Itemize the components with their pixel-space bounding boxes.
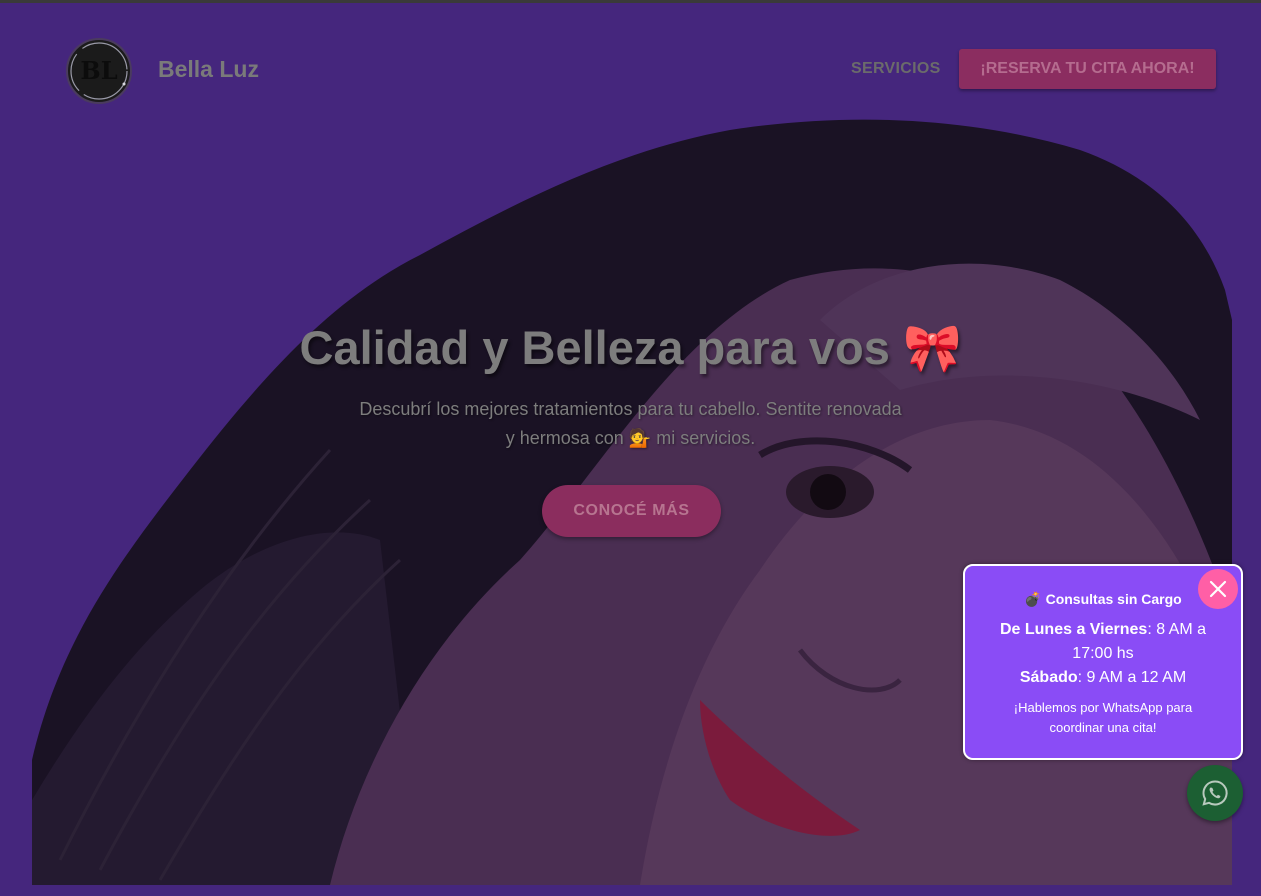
brand-name[interactable]: Bella Luz (158, 56, 259, 83)
hero-subtitle-pre: y hermosa con (505, 428, 624, 448)
hero-title: Calidad y Belleza para vos 🎀 (200, 320, 1061, 376)
close-icon (1209, 580, 1227, 598)
hero-title-text: Calidad y Belleza para vos (299, 321, 890, 374)
hero-subtitle: Descubrí los mejores tratamientos para t… (320, 395, 941, 453)
hero-subtitle-post: mi servicios. (656, 428, 756, 448)
nav-link-servicios[interactable]: SERVICIOS (851, 60, 941, 78)
popup-message: ¡Hablemos por WhatsApp para coordinar un… (1013, 700, 1193, 735)
popup-weekday-hours: De Lunes a Viernes: 8 AM a 17:00 hs (985, 618, 1221, 666)
popup-title-text: Consultas sin Cargo (1045, 591, 1182, 607)
hero-subtitle-line2: y hermosa con 💁 mi servicios. (320, 424, 941, 453)
bomb-icon: 💣 (1024, 592, 1042, 608)
ribbon-icon: 🎀 (902, 321, 962, 376)
logo-monogram: BL (80, 56, 118, 85)
whatsapp-icon (1202, 780, 1228, 806)
whatsapp-button[interactable] (1187, 765, 1243, 821)
brand-logo[interactable]: BL (66, 38, 132, 104)
person-tipping-hand-icon: 💁 (628, 428, 652, 449)
weekday-label: De Lunes a Viernes (999, 621, 1148, 638)
learn-more-button[interactable]: CONOCÉ MÁS (542, 485, 721, 537)
saturday-hours: : 9 AM a 12 AM (1077, 669, 1187, 686)
popup-saturday-hours: Sábado: 9 AM a 12 AM (965, 666, 1241, 690)
photo-eye-iris (810, 474, 846, 510)
site-header: BL Bella Luz SERVICIOS ¡RESERVA TU CITA … (0, 0, 1261, 130)
reserve-appointment-button[interactable]: ¡RESERVA TU CITA AHORA! (959, 49, 1216, 89)
hero-subtitle-line1: Descubrí los mejores tratamientos para t… (359, 399, 902, 419)
saturday-label: Sábado (1019, 669, 1078, 686)
popup-close-button[interactable] (1198, 569, 1238, 609)
